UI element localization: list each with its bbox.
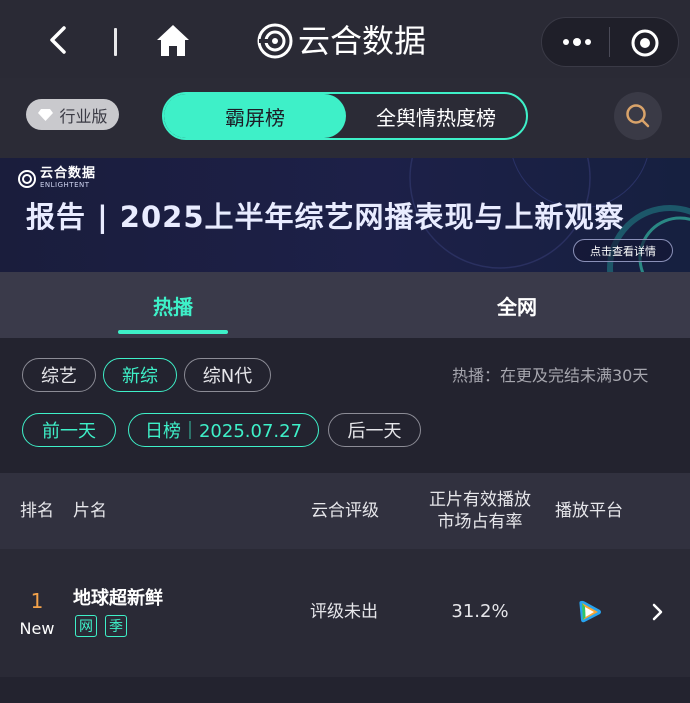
search-button[interactable] — [614, 92, 662, 140]
bottom-area — [0, 677, 690, 703]
close-target-icon[interactable] — [629, 27, 661, 59]
column-platform: 播放平台 — [555, 501, 623, 521]
chevron-right-icon[interactable] — [648, 602, 666, 622]
tab-all-network[interactable]: 全网 — [462, 283, 572, 327]
column-rank: 排名 — [20, 501, 54, 521]
next-day-button[interactable]: 后一天 — [328, 413, 421, 447]
rank-status-new: New — [19, 619, 55, 638]
industry-edition-label: 行业版 — [59, 106, 108, 126]
column-title: 片名 — [73, 501, 107, 521]
app-logo-icon — [257, 23, 293, 59]
rank-number: 1 — [30, 589, 44, 613]
home-icon[interactable] — [154, 22, 192, 60]
show-title[interactable]: 地球超新鲜 — [73, 587, 163, 611]
rating-value: 评级未出 — [310, 602, 378, 622]
tencent-video-icon — [579, 600, 601, 623]
column-market-share-line2: 市场占有率 — [437, 512, 523, 532]
segment-sentiment-heat-list[interactable]: 全舆情热度榜 — [346, 94, 526, 138]
search-icon — [626, 104, 650, 128]
filter-variety[interactable]: 综艺 — [22, 358, 96, 392]
tag-web: 网 — [75, 615, 97, 637]
banner-logo-icon — [18, 170, 36, 188]
nav-divider — [114, 28, 117, 56]
app-title: 云合数据 — [298, 22, 427, 60]
diamond-icon — [38, 108, 54, 121]
tab-hot[interactable]: 热播 — [118, 283, 228, 327]
column-market-share: 正片有效播放 市场占有率 — [420, 489, 540, 533]
date-selector[interactable]: 日榜｜2025.07.27 — [128, 413, 319, 447]
banner-title: 报告 | 2025上半年综艺网播表现与上新观察 — [26, 200, 625, 234]
back-arrow-icon[interactable] — [40, 22, 76, 58]
capsule-divider — [609, 27, 610, 57]
tag-season: 季 — [105, 615, 127, 637]
column-rating: 云合评级 — [311, 501, 379, 521]
industry-edition-button[interactable]: 行业版 — [26, 99, 119, 130]
market-share-value: 31.2% — [451, 601, 509, 622]
segment-dominance-list[interactable]: 霸屏榜 — [164, 94, 346, 138]
filter-new-variety[interactable]: 新综 — [103, 358, 177, 392]
banner-brand: 云合数据 — [40, 166, 97, 181]
hot-definition-hint: 热播：在更及完结未满30天 — [452, 366, 649, 385]
prev-day-button[interactable]: 前一天 — [22, 413, 116, 447]
banner-details-button[interactable]: 点击查看详情 — [573, 239, 673, 262]
tab-active-underline — [118, 330, 228, 334]
banner-brand-en: ENLIGHTENT — [40, 181, 90, 189]
column-market-share-line1: 正片有效播放 — [429, 490, 531, 510]
filter-sequel-variety[interactable]: 综N代 — [184, 358, 271, 392]
more-options-icon[interactable] — [560, 30, 594, 54]
tab-bar — [0, 272, 690, 338]
